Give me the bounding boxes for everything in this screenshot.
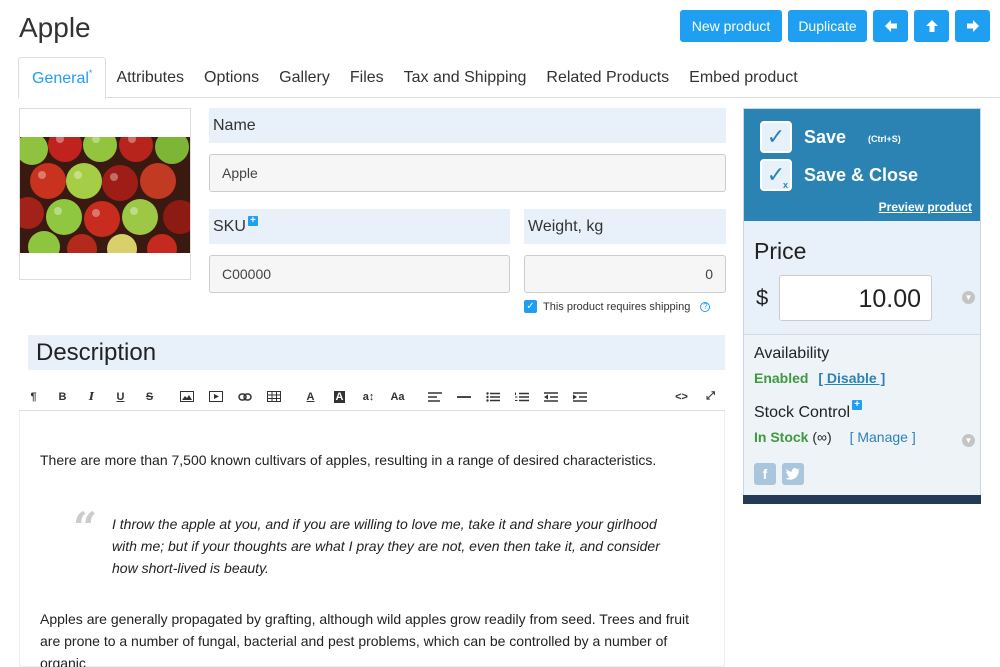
chevron-down-icon[interactable]: ▼ (962, 291, 975, 304)
disable-link-text: [ Disable ] (818, 370, 886, 386)
facebook-icon[interactable]: f (754, 463, 776, 485)
availability-state: Enabled (754, 370, 809, 386)
save-close-label: Save & Close (804, 164, 919, 185)
availability-status: Enabled [ Disable ] (754, 370, 885, 386)
parent-category-button[interactable] (914, 10, 949, 42)
align-icon[interactable] (420, 385, 449, 409)
tab-label: General (32, 70, 89, 87)
stock-control-text: Stock Control (754, 404, 851, 421)
currency-symbol: $ (756, 285, 769, 310)
product-sidebar: ✓ Save (Ctrl+S) ✓ x Save & Close Preview … (743, 108, 981, 504)
price-input[interactable]: 10.00 (779, 275, 932, 321)
font-color-icon[interactable]: A (296, 385, 325, 409)
save-shortcut: (Ctrl+S) (868, 134, 901, 144)
save-close-button[interactable]: ✓ x Save & Close (760, 159, 918, 191)
price-label: Price (754, 238, 807, 264)
shipping-checkbox-label: This product requires shipping (543, 300, 691, 313)
social-share: f (754, 463, 804, 485)
shipping-checkbox[interactable]: ✓ (524, 300, 537, 313)
name-label-text: Name (213, 116, 256, 134)
table-icon[interactable] (259, 385, 288, 409)
tab-related-products[interactable]: Related Products (536, 57, 679, 98)
horizontal-rule-icon[interactable] (449, 385, 478, 409)
underline-icon[interactable]: U (106, 385, 135, 409)
check-icon: ✓ (760, 121, 792, 153)
chevron-down-icon[interactable]: ▼ (962, 434, 975, 447)
tab-gallery[interactable]: Gallery (269, 57, 340, 98)
quote-icon: “ (73, 503, 98, 552)
stock-infinite: (∞) (812, 429, 832, 445)
tab-bar: General* Attributes Options Gallery File… (18, 57, 1000, 99)
product-image[interactable] (19, 108, 191, 280)
help-icon[interactable]: ? (700, 301, 711, 312)
duplicate-button[interactable]: Duplicate (788, 10, 867, 42)
paragraph-format-icon[interactable]: ¶ (19, 385, 48, 409)
description-blockquote: I throw the apple at you, and if you are… (112, 516, 660, 576)
next-product-button[interactable] (955, 10, 990, 42)
sku-label-text: SKU (213, 217, 246, 235)
fullscreen-icon[interactable]: ⤢ (696, 385, 725, 409)
tab-attributes[interactable]: Attributes (106, 57, 194, 98)
page-title: Apple (19, 12, 91, 43)
background-color-icon[interactable]: A (325, 385, 354, 409)
code-view-icon[interactable]: <> (667, 385, 696, 409)
panel-bottom-bar (743, 495, 981, 504)
tab-modified-marker: * (88, 68, 93, 78)
font-size-icon[interactable]: a↕ (354, 385, 383, 409)
arrow-right-icon (966, 20, 979, 32)
shipping-checkbox-row: ✓ This product requires shipping ? (524, 300, 711, 313)
background-color-glyph: A (333, 390, 346, 403)
stock-add-icon[interactable]: + (852, 400, 863, 410)
check-close-icon: ✓ x (760, 159, 792, 191)
sku-input[interactable]: C00000 (209, 255, 510, 293)
stock-status: In Stock (∞) [ Manage ] (754, 429, 916, 445)
description-paragraph: Apples are generally propagated by graft… (40, 611, 690, 667)
tab-embed-product[interactable]: Embed product (679, 57, 808, 98)
image-icon[interactable] (172, 385, 201, 409)
weight-label: Weight, kg (524, 209, 726, 244)
stock-state: In Stock (754, 429, 809, 445)
new-product-button[interactable]: New product (680, 10, 782, 42)
disable-link[interactable]: [ Disable ] (818, 370, 885, 386)
bold-icon[interactable]: B (48, 385, 77, 409)
save-button[interactable]: ✓ Save (Ctrl+S) (760, 121, 901, 153)
bulleted-list-icon[interactable] (478, 385, 507, 409)
arrow-left-icon (884, 20, 897, 32)
tab-general[interactable]: General* (18, 57, 107, 99)
previous-product-button[interactable] (873, 10, 908, 42)
tab-options[interactable]: Options (194, 57, 269, 98)
weight-label-text: Weight, kg (528, 217, 604, 235)
description-editor[interactable]: There are more than 7,500 known cultivar… (19, 411, 725, 667)
text-case-icon[interactable]: Aa (383, 385, 412, 409)
tab-tax-and-shipping[interactable]: Tax and Shipping (394, 57, 537, 98)
description-paragraph: There are more than 7,500 known cultivar… (40, 452, 657, 468)
video-icon[interactable] (201, 385, 230, 409)
preview-product-link[interactable]: Preview product (879, 200, 972, 214)
numbered-list-icon[interactable] (507, 385, 536, 409)
weight-input[interactable]: 0 (524, 255, 726, 293)
apples-image (20, 109, 190, 279)
availability-section: Availability Enabled [ Disable ] Stock C… (744, 334, 980, 496)
name-label: Name (209, 108, 726, 143)
manage-stock-link[interactable]: [ Manage ] (850, 429, 916, 445)
save-section: ✓ Save (Ctrl+S) ✓ x Save & Close Preview … (744, 109, 980, 221)
editor-toolbar: ¶ B I U S A A a↕ Aa <> ⤢ (19, 383, 725, 411)
indent-icon[interactable] (565, 385, 594, 409)
description-title: Description (28, 335, 725, 370)
outdent-icon[interactable] (536, 385, 565, 409)
twitter-icon[interactable] (782, 463, 804, 485)
arrow-up-icon (925, 20, 938, 32)
italic-icon[interactable]: I (77, 385, 106, 409)
availability-label: Availability (754, 345, 830, 362)
tab-files[interactable]: Files (340, 57, 394, 98)
stock-control-label: Stock Control + (754, 400, 863, 422)
sku-add-icon[interactable]: + (247, 215, 258, 226)
save-label: Save (804, 126, 847, 147)
name-input[interactable]: Apple (209, 154, 726, 192)
sku-label: SKU + (209, 209, 510, 244)
strikethrough-icon[interactable]: S (135, 385, 164, 409)
top-actions: New product Duplicate (680, 10, 990, 42)
link-icon[interactable] (230, 385, 259, 409)
